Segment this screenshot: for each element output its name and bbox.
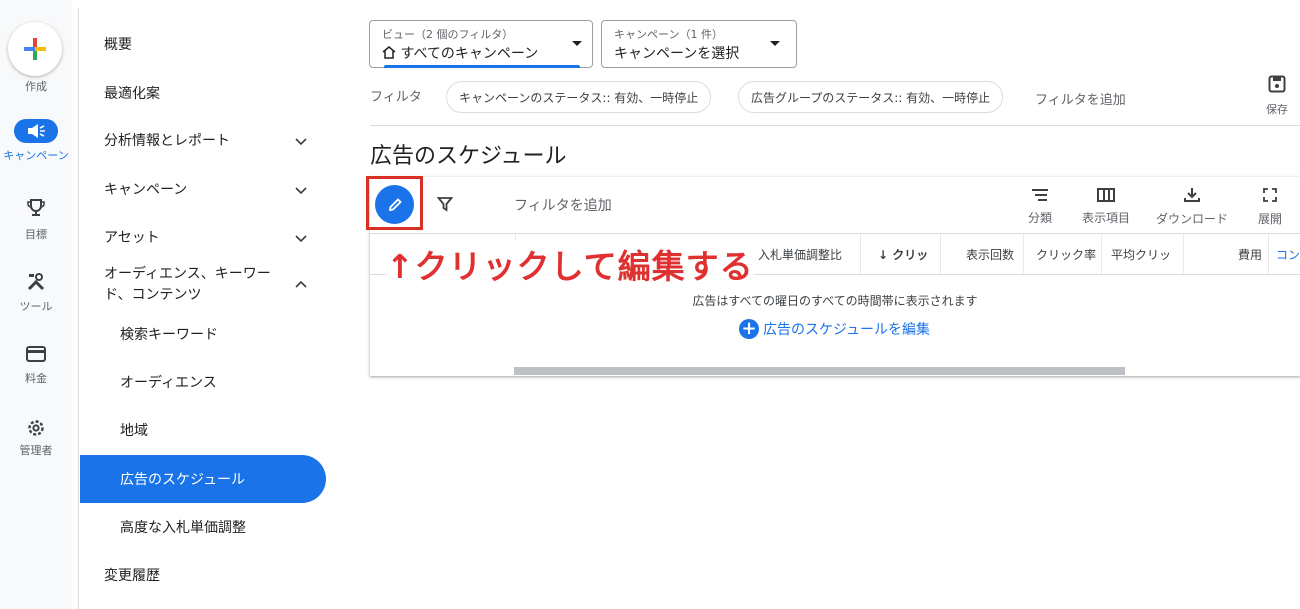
filter-chip-campaign-status[interactable]: キャンペーンのステータス:: 有効、一時停止 (446, 81, 712, 113)
view-selector-value: すべてのキャンペーン (382, 43, 538, 63)
add-filter-link[interactable]: フィルタを追加 (1035, 89, 1126, 108)
chevron-down-icon[interactable] (294, 183, 308, 197)
download-icon (1184, 188, 1200, 202)
plus-icon (24, 38, 46, 60)
campaign-selector-value: キャンペーンを選択 (614, 46, 740, 62)
tools-icon (27, 273, 45, 291)
download-label: ダウンロード (1156, 212, 1229, 226)
megaphone-icon (28, 124, 45, 138)
column-divider (940, 234, 941, 276)
segment-icon (1032, 189, 1048, 201)
tools-label: ツール (19, 300, 53, 313)
edit-schedule-link[interactable]: + 広告のスケジュールを編集 (739, 319, 930, 339)
view-selector[interactable]: ビュー（2 個のフィルタ） すべてのキャンペーン (369, 20, 593, 68)
column-divider (1023, 234, 1024, 276)
nav-item-insights[interactable]: 分析情報とレポート (104, 130, 230, 150)
annotation-callout: ↑クリックして編集する (386, 240, 754, 288)
add-circle-icon: + (739, 319, 759, 339)
dropdown-caret-icon (572, 41, 582, 46)
nav-item-change-history[interactable]: 変更履歴 (104, 565, 160, 585)
save-label: 保存 (1266, 103, 1288, 116)
save-button[interactable]: 保存 (1262, 75, 1292, 117)
home-icon (382, 46, 396, 59)
filter-icon[interactable] (437, 196, 453, 212)
chevron-down-icon[interactable] (294, 231, 308, 245)
admin-label: 管理者 (19, 444, 53, 457)
goals-label: 目標 (25, 228, 47, 241)
column-header-ctr[interactable]: クリック率 (1036, 246, 1096, 263)
fullscreen-icon (1263, 188, 1277, 202)
dropdown-caret-icon (770, 41, 780, 46)
nav-item-audiences-line2: ド、コンテンツ (104, 287, 202, 303)
filter-chip-adgroup-status[interactable]: 広告グループのステータス:: 有効、一時停止 (738, 81, 1004, 113)
nav-item-search-keywords[interactable]: 検索キーワード (120, 324, 218, 344)
column-header-bid-adj[interactable]: 入札単価調整比 (758, 246, 842, 263)
nav-item-advanced-bid[interactable]: 高度な入札単価調整 (120, 517, 246, 537)
column-header-conversions[interactable]: コン (1276, 246, 1300, 263)
column-divider (860, 234, 861, 276)
download-button[interactable]: ダウンロード (1156, 187, 1228, 227)
edit-schedule-label: 広告のスケジュールを編集 (763, 322, 931, 338)
columns-label: 表示項目 (1082, 211, 1131, 225)
expand-label: 展開 (1258, 212, 1283, 226)
page-title: 広告のスケジュール (370, 144, 567, 169)
goals-nav-button[interactable] (0, 198, 72, 218)
nav-item-campaigns[interactable]: キャンペーン (104, 179, 187, 199)
create-label: 作成 (25, 80, 47, 93)
column-header-cost[interactable]: 費用 (1238, 246, 1262, 263)
nav-item-recommendations[interactable]: 最適化案 (104, 83, 160, 103)
campaign-label: キャンペーン (3, 149, 69, 162)
nav-item-audiences[interactable]: オーディエンス (120, 372, 217, 392)
billing-nav-button[interactable] (0, 346, 72, 362)
chevron-down-icon[interactable] (294, 134, 308, 148)
left-rail: 作成 キャンペーン 目標 ツール 料金 管理者 (0, 0, 72, 609)
column-header-impressions[interactable]: 表示回数 (966, 246, 1014, 263)
empty-state-message: 広告はすべての曜日のすべての時間帯に表示されます (692, 294, 978, 308)
columns-icon (1097, 188, 1115, 202)
columns-button[interactable]: 表示項目 (1082, 187, 1130, 226)
filter-divider (370, 125, 1300, 126)
edit-highlight-box (366, 176, 423, 230)
column-divider (1101, 234, 1102, 276)
filter-label: フィルタ (370, 90, 422, 105)
view-selector-underline (384, 65, 580, 68)
tools-nav-button[interactable] (0, 272, 72, 292)
nav-item-audiences-line1: オーディエンス、キーワー (104, 266, 271, 282)
column-divider (1268, 234, 1269, 276)
campaign-selector-caption: キャンペーン（1 件） (614, 28, 723, 41)
create-button[interactable] (8, 22, 62, 76)
nav-item-locations[interactable]: 地域 (120, 420, 148, 440)
nav-item-assets[interactable]: アセット (104, 227, 160, 247)
add-filter-input[interactable]: フィルタを追加 (514, 195, 612, 215)
chevron-up-icon[interactable] (294, 278, 308, 292)
campaign-nav-button[interactable] (14, 119, 58, 143)
admin-nav-button[interactable] (0, 418, 72, 438)
horizontal-scrollbar[interactable] (514, 367, 1125, 375)
nav-item-overview[interactable]: 概要 (104, 34, 132, 54)
campaign-selector[interactable]: キャンペーン（1 件） キャンペーンを選択 (601, 20, 797, 68)
credit-card-icon (26, 346, 46, 362)
nav-item-audiences-keywords[interactable]: オーディエンス、キーワー ド、コンテンツ (104, 264, 271, 306)
gear-icon (28, 420, 44, 436)
column-header-avg-cpc[interactable]: 平均クリッ (1111, 246, 1171, 263)
expand-button[interactable]: 展開 (1258, 187, 1282, 227)
trophy-icon (27, 199, 45, 216)
view-selector-caption: ビュー（2 個のフィルタ） (382, 28, 514, 41)
column-header-clicks[interactable]: ↓ クリッ (878, 246, 928, 263)
nav-divider (78, 8, 79, 609)
save-icon (1268, 75, 1286, 93)
view-selector-text: すべてのキャンペーン (400, 46, 539, 62)
segment-button[interactable]: 分類 (1028, 187, 1052, 226)
segment-label: 分類 (1028, 211, 1053, 225)
nav-item-ad-schedule[interactable]: 広告のスケジュール (120, 469, 245, 489)
column-divider (1183, 234, 1184, 276)
billing-label: 料金 (25, 372, 47, 385)
